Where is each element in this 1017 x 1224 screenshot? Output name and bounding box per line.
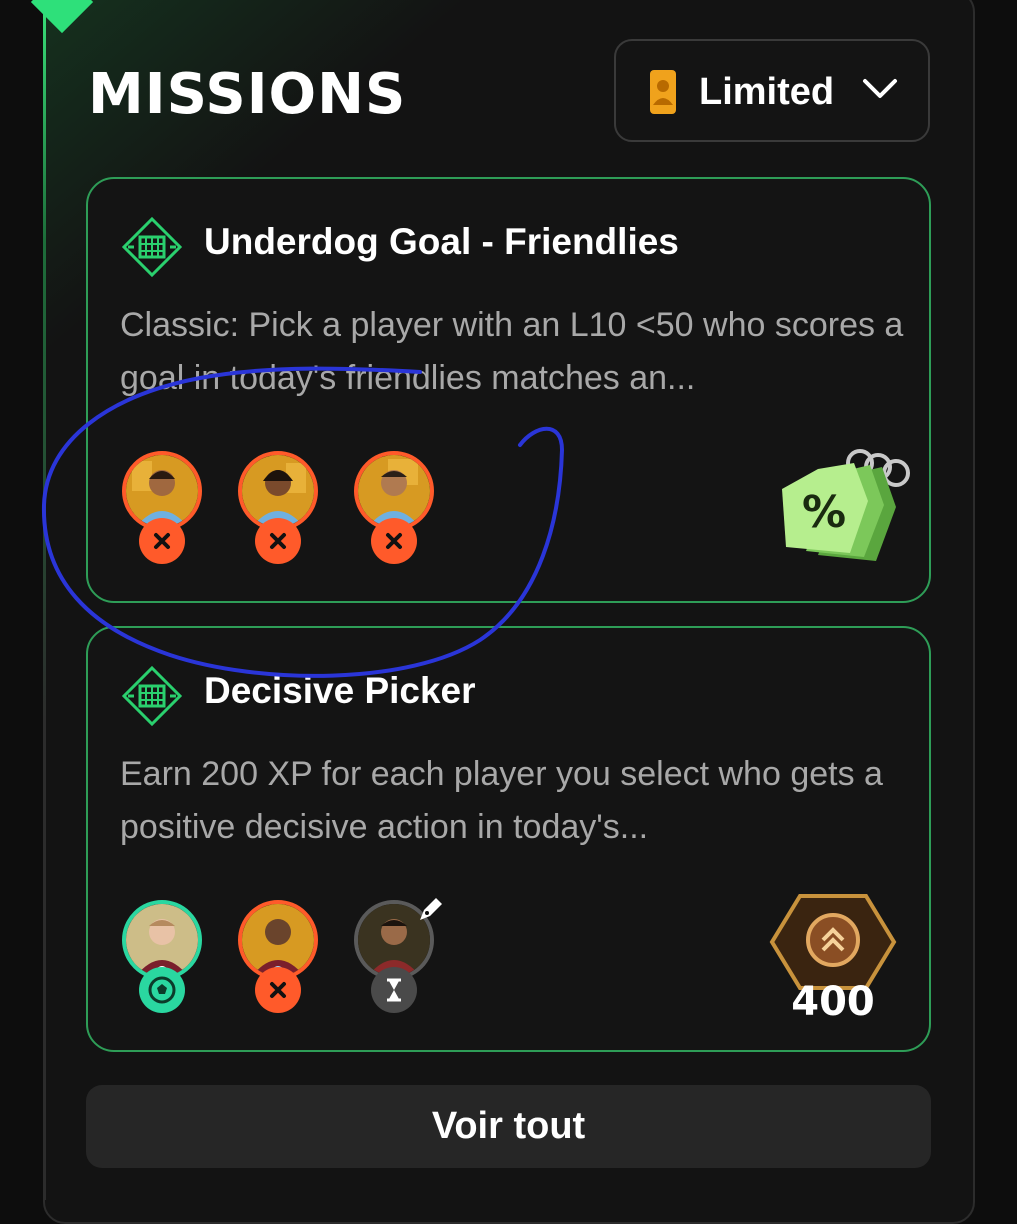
mission-description: Earn 200 XP for each player you select w… (120, 755, 883, 846)
mission-card[interactable]: Decisive Picker Earn 200 XP for each pla… (86, 626, 931, 1052)
mission-title: Underdog Goal - Friendlies (204, 221, 679, 262)
xp-reward-value: 400 (791, 979, 875, 1025)
mission-card[interactable]: Underdog Goal - Friendlies Classic: Pick… (86, 177, 931, 603)
goal-net-icon (120, 664, 184, 733)
page-title: MISSIONS (88, 62, 407, 127)
filter-dropdown[interactable]: Limited (614, 39, 930, 142)
failed-status-badge (255, 518, 301, 564)
failed-status-badge (139, 518, 185, 564)
card-icon (649, 69, 677, 120)
filter-selected-label: Limited (699, 71, 835, 113)
failed-status-badge (371, 518, 417, 564)
mission-title: Decisive Picker (204, 670, 476, 711)
chevron-down-icon (862, 77, 898, 106)
goal-status-badge (139, 967, 185, 1013)
hourglass-status-badge (371, 967, 417, 1013)
mission-description: Classic: Pick a player with an L10 <50 w… (120, 306, 904, 397)
svg-text:%: % (802, 487, 846, 538)
goal-net-icon (120, 215, 184, 284)
percent-tag-icon: % (778, 445, 918, 570)
pen-icon (416, 896, 444, 929)
failed-status-badge (255, 967, 301, 1013)
see-all-button[interactable]: Voir tout (86, 1085, 931, 1168)
panel-edge-glow (43, 0, 46, 1200)
